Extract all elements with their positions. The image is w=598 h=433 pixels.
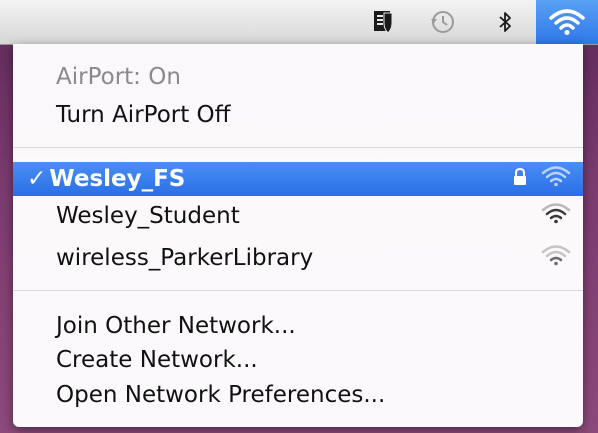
network-name: Wesley_FS bbox=[49, 166, 186, 192]
time-machine-icon[interactable] bbox=[422, 0, 462, 44]
network-item-wesley-student[interactable]: Wesley_Student bbox=[13, 199, 583, 233]
airport-status-label: AirPort: On bbox=[56, 64, 181, 90]
network-item-wireless-parkerlibrary[interactable]: wireless_ParkerLibrary bbox=[13, 241, 583, 275]
menu-separator bbox=[13, 147, 583, 148]
bluetooth-icon[interactable] bbox=[490, 0, 520, 44]
signal-strength-icon bbox=[541, 165, 571, 193]
signal-strength-icon bbox=[541, 202, 571, 230]
create-network-item[interactable]: Create Network... bbox=[13, 343, 583, 377]
open-network-preferences-item[interactable]: Open Network Preferences... bbox=[13, 378, 583, 412]
network-name: Wesley_Student bbox=[56, 203, 240, 229]
signal-strength-icon bbox=[541, 244, 571, 272]
join-other-network-item[interactable]: Join Other Network... bbox=[13, 309, 583, 343]
network-name: wireless_ParkerLibrary bbox=[56, 245, 314, 271]
lock-icon bbox=[513, 166, 527, 192]
document-shield-icon[interactable] bbox=[366, 0, 400, 44]
checkmark-icon: ✓ bbox=[27, 166, 47, 192]
network-item-wesley-fs[interactable]: ✓ Wesley_FS bbox=[13, 162, 583, 196]
wifi-icon[interactable] bbox=[536, 0, 598, 44]
menu-separator bbox=[13, 290, 583, 291]
airport-menu: AirPort: On Turn AirPort Off ✓ Wesley_FS bbox=[13, 44, 583, 427]
turn-airport-off-item[interactable]: Turn AirPort Off bbox=[13, 98, 583, 132]
menu-bar bbox=[0, 0, 598, 45]
